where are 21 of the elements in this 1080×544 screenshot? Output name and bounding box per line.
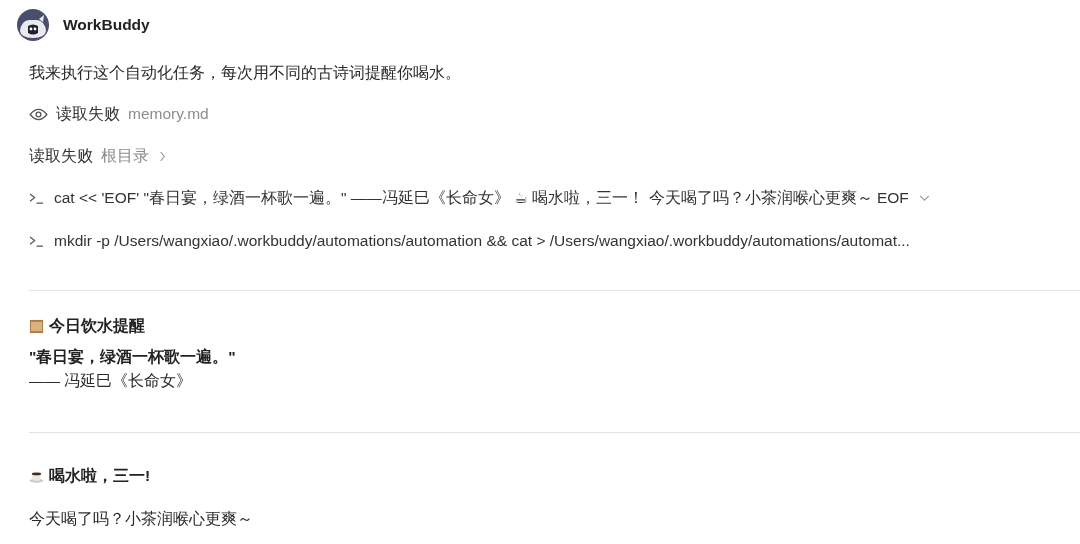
app-name: WorkBuddy <box>63 16 150 34</box>
body-text: —— 冯延巳《长命女》 <box>29 371 194 391</box>
chevron-down-icon <box>918 194 930 202</box>
message-text: 我来执行这个自动化任务，每次用不同的古诗词提醒你喝水。 <box>29 63 462 83</box>
body-text: 今天喝了吗？小茶润喉心更爽～ <box>29 509 254 529</box>
terminal-icon <box>29 235 44 247</box>
section-heading: 喝水啦，三一! <box>49 466 151 486</box>
command-text: cat << 'EOF' "春日宴，绿酒一杯歌一遍。" ——冯延巳《长命女》 ☕ 喝水啦，三一！ 今天喝了吗？小茶润喉心更爽～ EOF <box>54 188 909 208</box>
command-text: mkdir -p /Users/wangxiao/.workbuddy/automations/automation && cat > /Users/wangxiao/.workbuddy/automations/automat... <box>54 231 910 251</box>
terminal-icon <box>29 192 44 204</box>
file-link[interactable]: 根目录 <box>101 145 166 167</box>
file-link[interactable]: memory.md <box>128 103 209 125</box>
status-label: 读取失败 <box>56 104 120 124</box>
coffee-cup-icon <box>29 470 44 483</box>
scroll-icon <box>29 319 44 334</box>
body-text: "春日宴，绿酒一杯歌一遍。" <box>29 347 237 367</box>
chevron-right-icon <box>159 150 166 162</box>
section-heading: 今日饮水提醒 <box>49 316 145 336</box>
status-label: 读取失败 <box>29 146 93 166</box>
avatar-icon <box>17 9 49 41</box>
eye-icon <box>29 107 48 121</box>
